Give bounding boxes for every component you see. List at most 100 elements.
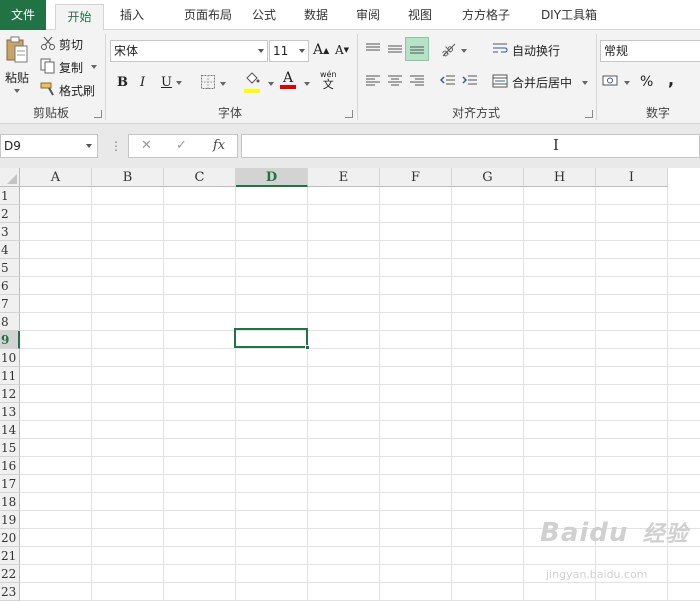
drag-handle-icon[interactable]: ⋮ <box>110 138 122 154</box>
format-painter-button[interactable]: 格式刷 <box>40 80 95 100</box>
shrink-font-button[interactable]: A ▼ <box>335 43 349 57</box>
insert-function-icon[interactable]: fx <box>213 138 225 153</box>
number-format-combo[interactable]: 常规 <box>600 40 700 62</box>
tab-page-layout[interactable]: 页面布局 <box>165 0 251 30</box>
align-bottom-button[interactable] <box>405 37 429 61</box>
font-name-combo[interactable]: 宋体 <box>110 40 268 62</box>
row-header-15[interactable]: 15 <box>0 439 20 457</box>
tab-file[interactable]: 文件 <box>0 0 46 30</box>
row-header-22[interactable]: 22 <box>0 565 20 583</box>
percent-button[interactable]: % <box>640 74 653 90</box>
column-header-f[interactable]: F <box>380 168 452 187</box>
row-header-9[interactable]: 9 <box>0 331 20 349</box>
number-format-value: 常规 <box>604 44 629 58</box>
column-header-b[interactable]: B <box>92 168 164 187</box>
copy-button[interactable]: 复制 <box>40 57 98 77</box>
row-header-21[interactable]: 21 <box>0 547 20 565</box>
row-header-13[interactable]: 13 <box>0 403 20 421</box>
row-header-10[interactable]: 10 <box>0 349 20 367</box>
grid-line <box>379 187 380 600</box>
row-header-12[interactable]: 12 <box>0 385 20 403</box>
formula-input[interactable]: I <box>241 134 700 158</box>
align-right-button[interactable] <box>409 74 425 91</box>
merge-center-button[interactable]: 合并后居中 <box>492 74 589 91</box>
align-left-button[interactable] <box>365 74 381 91</box>
row-header-16[interactable]: 16 <box>0 457 20 475</box>
tab-home[interactable]: 开始 <box>55 4 104 31</box>
column-header-g[interactable]: G <box>452 168 524 187</box>
copy-dropdown-icon <box>91 65 98 69</box>
font-color-button[interactable]: A <box>280 71 296 89</box>
paste-button[interactable]: 粘贴 <box>2 36 32 96</box>
column-header-c[interactable]: C <box>164 168 236 187</box>
phonetic-button[interactable]: wén 文 <box>320 70 337 90</box>
select-all-corner[interactable] <box>0 168 20 187</box>
name-box-value: D9 <box>4 139 21 153</box>
cancel-icon[interactable]: ✕ <box>141 138 152 153</box>
column-header-i[interactable]: I <box>596 168 668 187</box>
tab-insert[interactable]: 插入 <box>110 0 154 30</box>
orientation-button[interactable]: ab <box>439 41 467 60</box>
row-header-17[interactable]: 17 <box>0 475 20 493</box>
row-header-1[interactable]: 1 <box>0 187 20 205</box>
enter-icon[interactable]: ✓ <box>176 138 187 153</box>
alignment-launcher-icon[interactable] <box>585 110 593 118</box>
column-header-h[interactable]: H <box>524 168 596 187</box>
grid-line <box>20 330 700 331</box>
row-header-7[interactable]: 7 <box>0 295 20 313</box>
column-header-d[interactable]: D <box>236 168 308 187</box>
align-middle-button[interactable] <box>387 42 403 59</box>
row-header-6[interactable]: 6 <box>0 277 20 295</box>
worksheet-grid[interactable]: ABCDEFGHI 1 2 3 4 5 6 7 8 9 10 11 12 13 14 15 16 17 18 19 2… <box>0 168 700 601</box>
wrap-text-button[interactable]: 自动换行 <box>492 42 560 59</box>
row-header-11[interactable]: 11 <box>0 367 20 385</box>
row-header-5[interactable]: 5 <box>0 259 20 277</box>
tab-formulas[interactable]: 公式 <box>244 0 284 30</box>
column-header-a[interactable]: A <box>20 168 92 187</box>
currency-icon <box>602 74 620 91</box>
row-header-18[interactable]: 18 <box>0 493 20 511</box>
italic-button[interactable]: I <box>140 75 145 90</box>
tab-review[interactable]: 审阅 <box>348 0 388 30</box>
underline-button[interactable]: U <box>161 75 182 90</box>
accounting-format-button[interactable] <box>602 74 630 91</box>
row-header-19[interactable]: 19 <box>0 511 20 529</box>
align-center-icon <box>387 74 403 91</box>
row-header-8[interactable]: 8 <box>0 313 20 331</box>
wrap-text-label: 自动换行 <box>512 44 561 58</box>
font-launcher-icon[interactable] <box>345 110 353 118</box>
borders-button[interactable] <box>200 74 226 93</box>
tab-view[interactable]: 视图 <box>400 0 440 30</box>
clipboard-launcher-icon[interactable] <box>94 110 102 118</box>
font-color-dropdown-icon[interactable] <box>304 82 310 86</box>
fill-handle[interactable] <box>305 345 310 350</box>
comma-style-button[interactable]: , <box>668 70 674 89</box>
chevron-down-icon <box>175 80 182 85</box>
fill-color-dropdown-icon[interactable] <box>268 82 274 86</box>
row-header-14[interactable]: 14 <box>0 421 20 439</box>
name-box[interactable]: D9 <box>0 134 98 158</box>
decrease-indent-button[interactable] <box>439 74 456 91</box>
tab-fangfang-gezi[interactable]: 方方格子 <box>456 0 516 30</box>
grid-line <box>451 187 452 600</box>
tab-data[interactable]: 数据 <box>296 0 336 30</box>
align-top-button[interactable] <box>365 42 381 59</box>
grid-line <box>20 456 700 457</box>
column-header-e[interactable]: E <box>308 168 380 187</box>
increase-indent-button[interactable] <box>462 74 478 91</box>
row-header-20[interactable]: 20 <box>0 529 20 547</box>
grow-font-button[interactable]: A ▲ <box>313 42 329 58</box>
row-header-4[interactable]: 4 <box>0 241 20 259</box>
align-center-button[interactable] <box>387 74 403 91</box>
grid-line <box>20 564 700 565</box>
bold-button[interactable]: B <box>117 75 128 90</box>
row-header-3[interactable]: 3 <box>0 223 20 241</box>
row-header-2[interactable]: 2 <box>0 205 20 223</box>
grid-line <box>20 582 700 583</box>
fill-color-button[interactable] <box>244 72 260 93</box>
font-size-combo[interactable]: 11 <box>269 40 309 62</box>
cut-button[interactable]: 剪切 <box>40 34 83 54</box>
row-header-23[interactable]: 23 <box>0 583 20 601</box>
active-cell-selection[interactable] <box>234 328 308 348</box>
tab-diy-toolbox[interactable]: DIY工具箱 <box>534 0 604 30</box>
